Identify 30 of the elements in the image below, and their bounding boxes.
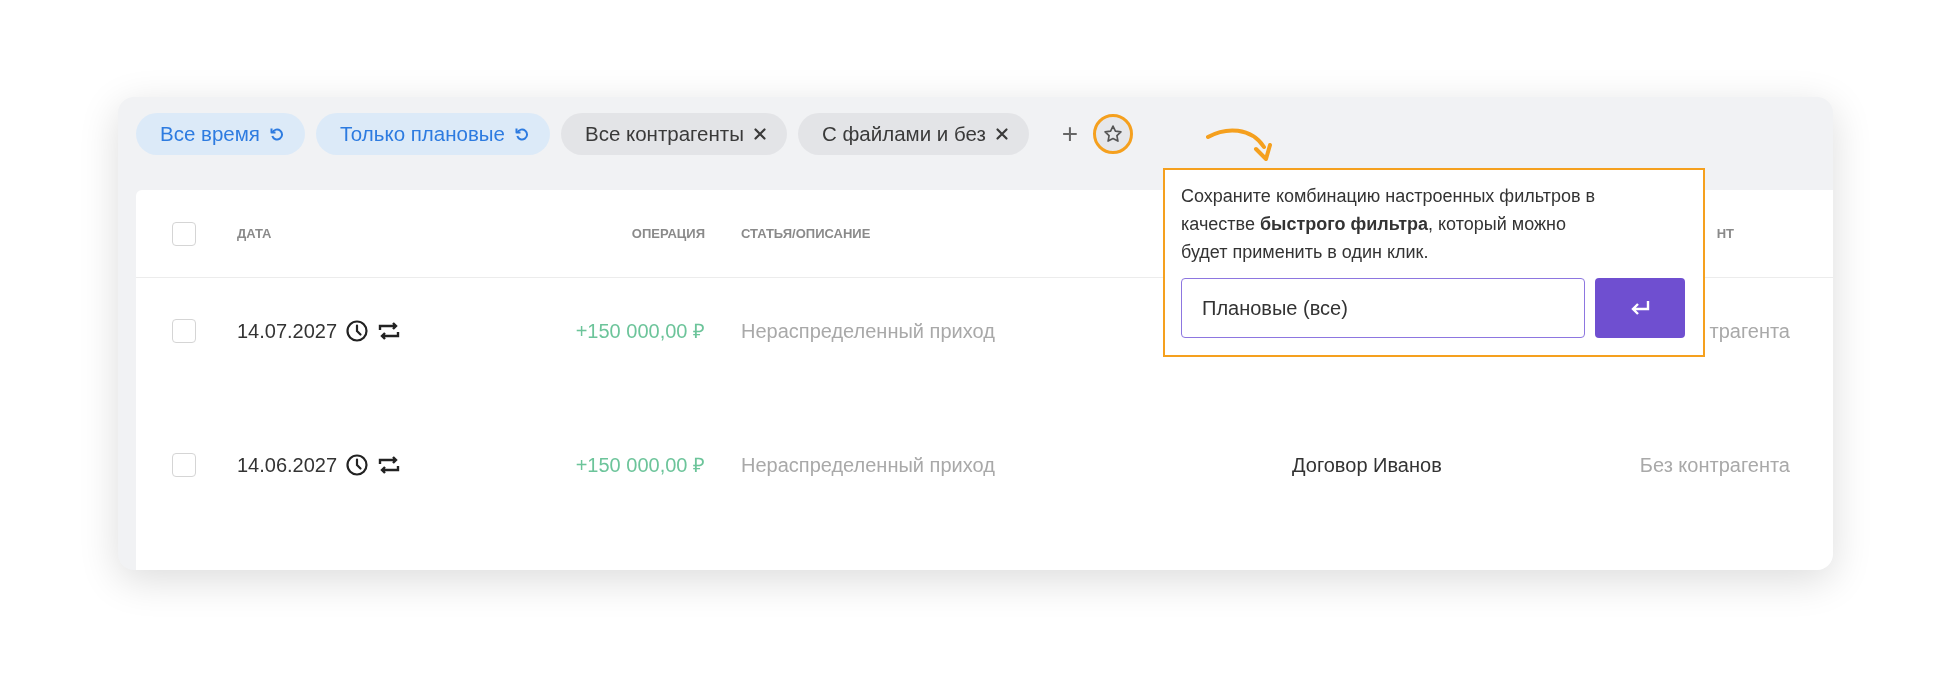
filter-chip[interactable]: С файлами и без — [797, 113, 1029, 155]
description-cell-text: Нераспределенный приход — [741, 319, 996, 344]
column-header: ОПЕРАЦИЯ — [630, 226, 705, 241]
table-cell-text: трагента — [1708, 319, 1790, 344]
column-header: НТ — [1715, 226, 1735, 241]
date-cell-text: 14.07.2027 — [237, 319, 338, 344]
popover-text: Сохраните комбинацию настроенных фильтров в качестве быстрого фильтра, который можно будет применить в один клик. — [1181, 185, 1597, 264]
close-icon[interactable] — [752, 127, 767, 141]
amount-cell-text: +150 000,00 ₽ — [574, 319, 705, 344]
reset-icon[interactable] — [268, 126, 285, 142]
enter-icon — [1629, 299, 1651, 317]
add-filter-button[interactable]: + — [1057, 120, 1083, 148]
star-icon — [1103, 124, 1124, 144]
checkbox[interactable] — [172, 221, 196, 246]
filter-chip[interactable]: Все контрагенты — [560, 113, 787, 155]
table-cell-text: Без контрагента — [1638, 453, 1790, 478]
column-header: СТАТЬЯ/ОПИСАНИЕ — [741, 226, 872, 241]
column-header: ДАТА — [237, 226, 273, 241]
date-cell-text: 14.06.2027 — [237, 453, 338, 478]
checkbox[interactable] — [172, 319, 196, 343]
reset-icon[interactable] — [513, 126, 530, 142]
clock-icon — [345, 453, 370, 477]
table-cell-text: Договор Иванов — [1292, 453, 1443, 478]
amount-cell-text: +150 000,00 ₽ — [574, 453, 705, 478]
checkbox[interactable] — [172, 453, 196, 477]
description-cell-text: Нераспределенный приход — [741, 453, 996, 478]
clock-icon — [345, 319, 370, 343]
filter-name-field[interactable]: Плановые (все) — [1181, 278, 1585, 338]
favorite-button[interactable] — [1093, 114, 1134, 154]
close-icon[interactable] — [994, 127, 1009, 141]
